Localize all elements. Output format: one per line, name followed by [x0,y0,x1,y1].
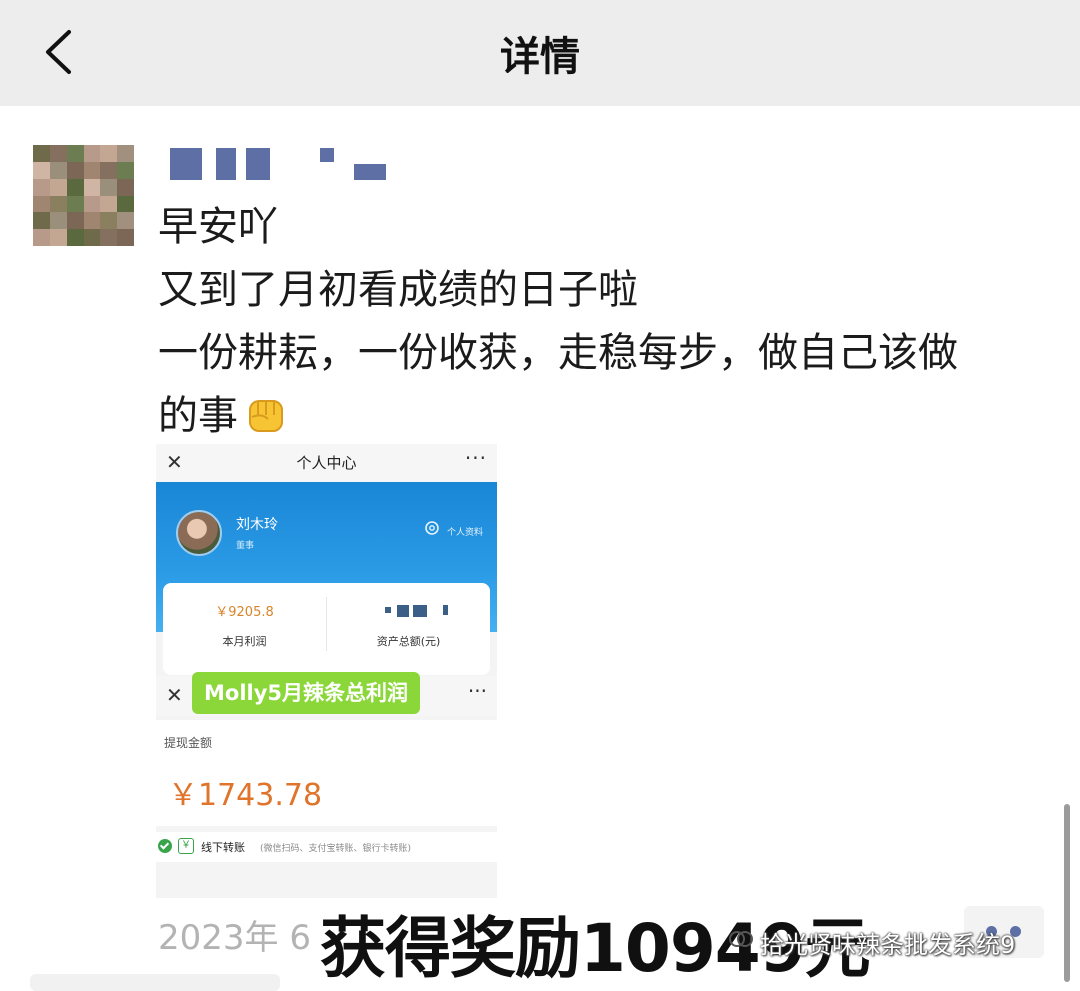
check-circle-icon [158,839,172,853]
avatar-pixel [83,178,101,196]
withdraw-amount: ￥1743.78 [168,778,323,813]
avatar-pixel [83,212,101,230]
image-topbar: ✕ 个人中心 ··· [156,444,497,482]
monthly-profit-label: 本月利润 [222,635,267,648]
avatar-pixel [33,161,50,179]
offline-note: (微信扫码、支付宝转账、银行卡转账) [260,844,412,854]
avatar-pixel [49,161,67,179]
avatar-pixel [117,161,134,179]
avatar-pixel [33,145,50,162]
stats-card: ￥9205.8 本月利润 资产总额(元) [163,583,490,675]
total-assets-label: 资产总额(元) [376,635,441,648]
post-line-text: 的事 [158,393,238,439]
avatar-pixel [66,195,84,213]
nickname-blurred[interactable] [158,146,398,182]
avatar-pixel [117,195,134,213]
offline-transfer-row: ￥ 线下转账 (微信扫码、支付宝转账、银行卡转账) [156,832,497,862]
avatar-pixel [100,195,118,213]
post-date: 2023年 6 [158,918,311,958]
avatar-pixel [49,178,67,196]
total-assets-blurred [385,605,455,617]
more-dots-icon: ··· [467,679,487,703]
post-line: 一份耕耘，一份收获，走稳每步，做自己该做 [158,330,958,376]
avatar-pixel [66,212,84,230]
withdraw-card: 提现金额 ￥1743.78 [156,720,497,826]
avatar-pixel [100,161,118,179]
avatar-pixel [100,145,118,162]
avatar-pixel [33,195,50,213]
avatar-pixel [49,145,67,162]
avatar-pixel [49,212,67,230]
image-title: 个人中心 [296,454,357,472]
gear-icon [425,521,439,535]
yuan-icon: ￥ [178,838,194,854]
avatar-pixel [49,229,67,246]
avatar-pixel [66,178,84,196]
watermark: 拾光贤味辣条批发系统9 [728,925,1015,960]
avatar-pixel [117,178,134,196]
post-line: 的事 [158,385,1048,448]
offline-label: 线下转账 [201,841,245,854]
more-dots-icon: ··· [464,446,487,470]
avatar-pixel [33,229,50,246]
avatar-pixel [100,178,118,196]
avatar-pixel [33,178,50,196]
post-line: 又到了月初看成绩的日子啦 [158,267,638,313]
avatar-pixel [83,161,101,179]
post-line: 早安吖 [158,204,278,250]
close-icon: ✕ [166,683,183,707]
page-title: 详情 [500,34,580,80]
avatar-pixel [83,229,101,246]
watermark-text: 拾光贤味辣条批发系统9 [760,931,1016,959]
avatar-pixel [66,161,84,179]
avatar-pixel [83,145,101,162]
user-role: 董事 [236,541,255,551]
avatar[interactable] [33,145,134,246]
post-image[interactable]: ✕ 个人中心 ··· 刘木玲 董事 个人资料 ￥9205.8 本月利润 资产总额… [156,444,497,898]
avatar-pixel [49,195,67,213]
monthly-profit-value: ￥9205.8 [215,605,274,620]
avatar-pixel [117,145,134,162]
avatar-pixel [66,145,84,162]
avatar-pixel [100,229,118,246]
post-text: 早安吖 又到了月初看成绩的日子啦 一份耕耘，一份收获，走稳每步，做自己该做 的事 [158,196,1048,448]
avatar-pixel [33,212,50,230]
avatar-pixel [117,212,134,230]
user-name: 刘木玲 [236,517,278,533]
profit-tag: Molly5月辣条总利润 [192,672,421,714]
withdraw-label: 提现金额 [164,736,213,750]
raised-fist-icon [249,400,283,432]
avatar-pixel [66,229,84,246]
next-item-strip [30,974,280,991]
avatar-pixel [83,195,101,213]
profile-link: 个人资料 [447,528,484,538]
avatar-pixel [100,212,118,230]
navigation-bar: 详情 [0,0,1080,106]
scrollbar[interactable] [1064,804,1070,982]
user-avatar [176,510,222,556]
avatar-pixel [117,229,134,246]
